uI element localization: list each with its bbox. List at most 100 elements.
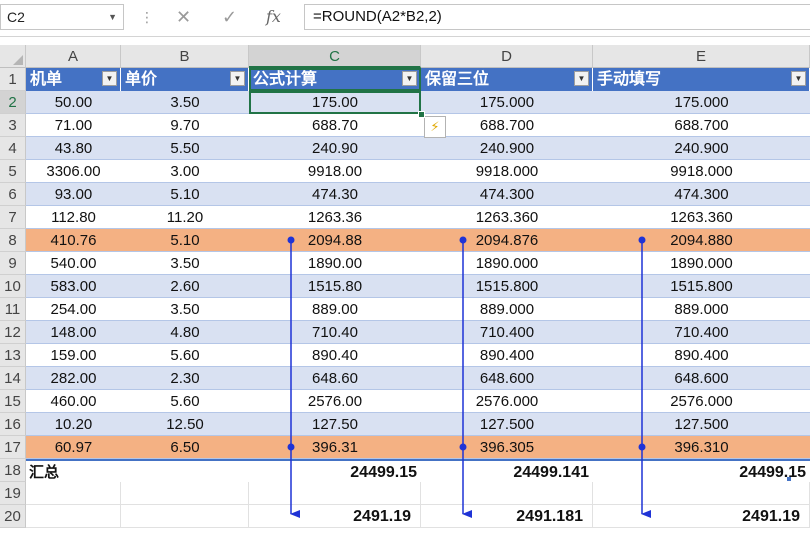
data-cell-a17[interactable]: 60.97 <box>26 436 121 459</box>
row-header-19[interactable]: 19 <box>0 482 26 505</box>
data-cell-b7[interactable]: 11.20 <box>121 206 249 229</box>
row-header-5[interactable]: 5 <box>0 160 26 183</box>
data-cell-e2[interactable]: 175.000 <box>593 91 810 114</box>
data-cell-b16[interactable]: 12.50 <box>121 413 249 436</box>
data-cell-c13[interactable]: 890.40 <box>249 344 421 367</box>
total-cell-e[interactable]: 24499.15 <box>593 459 810 482</box>
header-cell-a[interactable]: 机单 ▼ <box>26 68 121 91</box>
data-cell-a10[interactable]: 583.00 <box>26 275 121 298</box>
column-header-e[interactable]: E <box>593 45 810 68</box>
row-header-7[interactable]: 7 <box>0 206 26 229</box>
data-cell-a2[interactable]: 50.00 <box>26 91 121 114</box>
data-cell-e4[interactable]: 240.900 <box>593 137 810 160</box>
data-cell-b9[interactable]: 3.50 <box>121 252 249 275</box>
table-resize-handle[interactable] <box>787 477 791 481</box>
data-cell-d14[interactable]: 648.600 <box>421 367 593 390</box>
data-cell-d8[interactable]: 2094.876 <box>421 229 593 252</box>
total-cell-b[interactable] <box>121 459 249 482</box>
row-header-16[interactable]: 16 <box>0 413 26 436</box>
data-cell-a16[interactable]: 10.20 <box>26 413 121 436</box>
data-cell-e8[interactable]: 2094.880 <box>593 229 810 252</box>
header-cell-b[interactable]: 单价 ▼ <box>121 68 249 91</box>
data-cell-d6[interactable]: 474.300 <box>421 183 593 206</box>
data-cell-b10[interactable]: 2.60 <box>121 275 249 298</box>
row-header-2[interactable]: 2 <box>0 91 26 114</box>
column-header-d[interactable]: D <box>421 45 593 68</box>
data-cell-b15[interactable]: 5.60 <box>121 390 249 413</box>
data-cell-a5[interactable]: 3306.00 <box>26 160 121 183</box>
row-header-4[interactable]: 4 <box>0 137 26 160</box>
row-header-13[interactable]: 13 <box>0 344 26 367</box>
data-cell-b11[interactable]: 3.50 <box>121 298 249 321</box>
row-header-10[interactable]: 10 <box>0 275 26 298</box>
row-header-20[interactable]: 20 <box>0 505 26 528</box>
fill-handle[interactable] <box>418 111 425 118</box>
data-cell-e3[interactable]: 688.700 <box>593 114 810 137</box>
data-cell-c11[interactable]: 889.00 <box>249 298 421 321</box>
name-box[interactable]: C2 ▼ <box>0 4 124 30</box>
row-header-8[interactable]: 8 <box>0 229 26 252</box>
data-cell-e11[interactable]: 889.000 <box>593 298 810 321</box>
data-cell-b17[interactable]: 6.50 <box>121 436 249 459</box>
data-cell-c3[interactable]: 688.70 <box>249 114 421 137</box>
row-header-17[interactable]: 17 <box>0 436 26 459</box>
enter-icon[interactable]: ✓ <box>222 6 237 28</box>
row-header-15[interactable]: 15 <box>0 390 26 413</box>
data-cell-d11[interactable]: 889.000 <box>421 298 593 321</box>
filter-dropdown-icon[interactable]: ▼ <box>102 71 117 86</box>
data-cell-e17[interactable]: 396.310 <box>593 436 810 459</box>
data-cell-c15[interactable]: 2576.00 <box>249 390 421 413</box>
filter-dropdown-icon[interactable]: ▼ <box>402 71 417 86</box>
data-cell-b4[interactable]: 5.50 <box>121 137 249 160</box>
subtotal-cell-e[interactable]: 2491.19 <box>593 505 810 528</box>
data-cell-e10[interactable]: 1515.800 <box>593 275 810 298</box>
data-cell-b14[interactable]: 2.30 <box>121 367 249 390</box>
data-cell-d17[interactable]: 396.305 <box>421 436 593 459</box>
row-header-6[interactable]: 6 <box>0 183 26 206</box>
row-header-14[interactable]: 14 <box>0 367 26 390</box>
data-cell-c5[interactable]: 9918.00 <box>249 160 421 183</box>
data-cell-e9[interactable]: 1890.000 <box>593 252 810 275</box>
data-cell-e5[interactable]: 9918.000 <box>593 160 810 183</box>
select-all-corner[interactable] <box>0 45 26 68</box>
data-cell-e6[interactable]: 474.300 <box>593 183 810 206</box>
column-header-b[interactable]: B <box>121 45 249 68</box>
data-cell-a14[interactable]: 282.00 <box>26 367 121 390</box>
data-cell-a13[interactable]: 159.00 <box>26 344 121 367</box>
data-cell-a12[interactable]: 148.00 <box>26 321 121 344</box>
data-cell-c16[interactable]: 127.50 <box>249 413 421 436</box>
data-cell-c17[interactable]: 396.31 <box>249 436 421 459</box>
data-cell-c2[interactable]: 175.00 <box>249 91 421 114</box>
data-cell-b8[interactable]: 5.10 <box>121 229 249 252</box>
data-cell-e13[interactable]: 890.400 <box>593 344 810 367</box>
data-cell-b2[interactable]: 3.50 <box>121 91 249 114</box>
column-header-a[interactable]: A <box>26 45 121 68</box>
row-header-1[interactable]: 1 <box>0 68 26 91</box>
data-cell-a9[interactable]: 540.00 <box>26 252 121 275</box>
data-cell-d5[interactable]: 9918.000 <box>421 160 593 183</box>
data-cell-d15[interactable]: 2576.000 <box>421 390 593 413</box>
row-header-3[interactable]: 3 <box>0 114 26 137</box>
subtotal-cell-c[interactable]: 2491.19 <box>249 505 421 528</box>
row-header-12[interactable]: 12 <box>0 321 26 344</box>
row-header-18[interactable]: 18 <box>0 459 26 482</box>
data-cell-c9[interactable]: 1890.00 <box>249 252 421 275</box>
data-cell-b13[interactable]: 5.60 <box>121 344 249 367</box>
data-cell-c6[interactable]: 474.30 <box>249 183 421 206</box>
total-label[interactable]: 汇总 <box>26 459 121 482</box>
formula-input[interactable]: =ROUND(A2*B2,2) <box>304 4 810 30</box>
row-header-9[interactable]: 9 <box>0 252 26 275</box>
data-cell-d3[interactable]: 688.700 <box>421 114 593 137</box>
data-cell-c4[interactable]: 240.90 <box>249 137 421 160</box>
data-cell-d2[interactable]: 175.000 <box>421 91 593 114</box>
data-cell-d10[interactable]: 1515.800 <box>421 275 593 298</box>
data-cell-a4[interactable]: 43.80 <box>26 137 121 160</box>
quick-analysis-icon[interactable]: ⚡ <box>424 116 446 138</box>
data-cell-c14[interactable]: 648.60 <box>249 367 421 390</box>
filter-dropdown-icon[interactable]: ▼ <box>574 71 589 86</box>
data-cell-e16[interactable]: 127.500 <box>593 413 810 436</box>
total-cell-c[interactable]: 24499.15 <box>249 459 421 482</box>
subtotal-cell-d[interactable]: 2491.181 <box>421 505 593 528</box>
cancel-icon[interactable]: ✕ <box>176 6 191 28</box>
data-cell-a6[interactable]: 93.00 <box>26 183 121 206</box>
